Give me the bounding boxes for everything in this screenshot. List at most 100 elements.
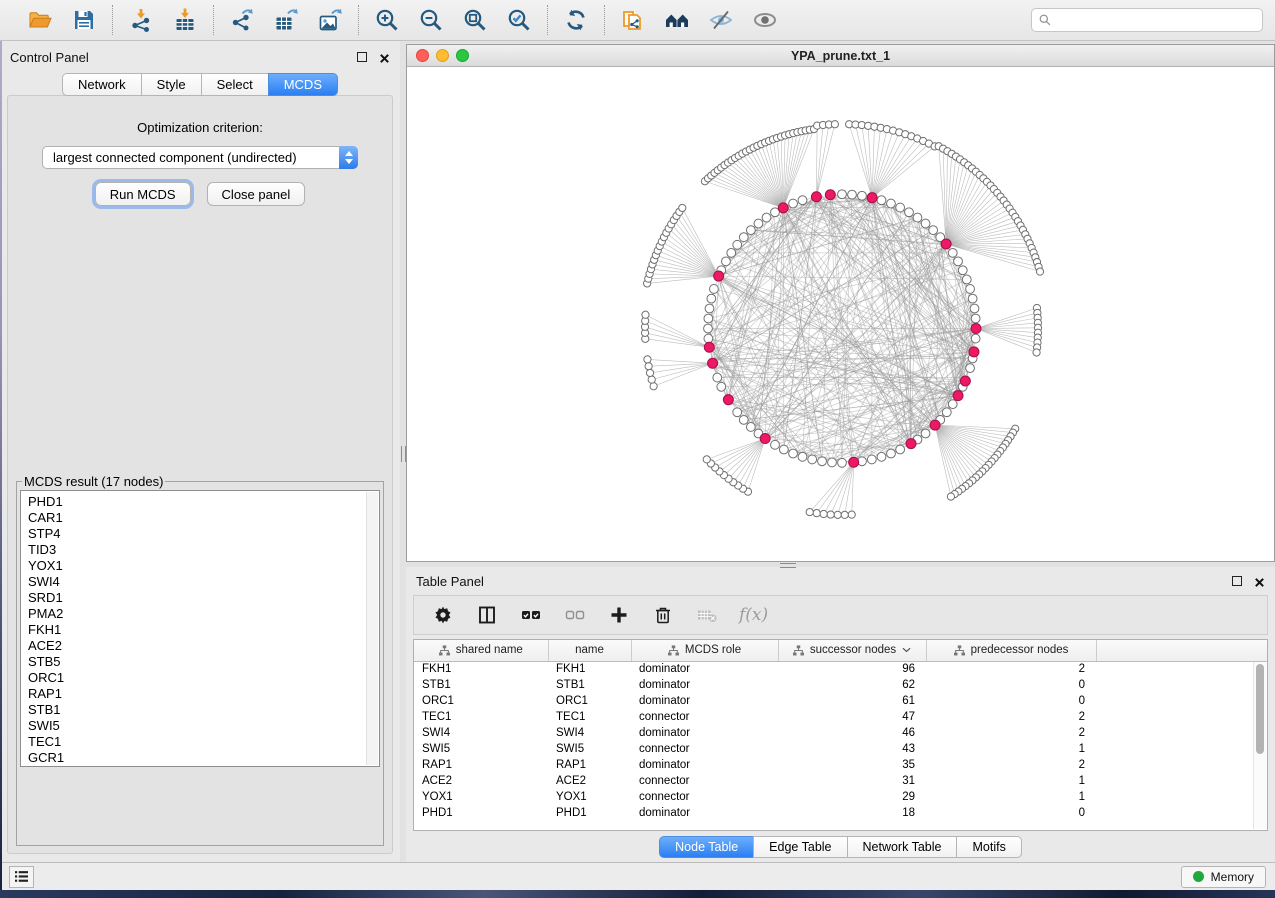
close-panel-icon[interactable] xyxy=(379,52,390,63)
function-builder-icon: f(x) xyxy=(739,605,768,625)
table-row[interactable]: SWI5SWI5connector431 xyxy=(414,741,1267,757)
zoom-out-icon[interactable] xyxy=(417,6,445,34)
memory-button[interactable]: Memory xyxy=(1181,866,1266,888)
import-network-icon[interactable] xyxy=(127,6,155,34)
table-row[interactable]: ORC1ORC1dominator610 xyxy=(414,693,1267,709)
table-tab-motifs[interactable]: Motifs xyxy=(956,836,1021,858)
column-menu-chevron-icon[interactable] xyxy=(902,647,911,653)
criterion-dropdown[interactable]: largest connected component (undirected) xyxy=(42,146,358,169)
mcds-result-item[interactable]: RAP1 xyxy=(28,686,365,702)
export-table-icon[interactable] xyxy=(272,6,300,34)
mcds-result-title: MCDS result (17 nodes) xyxy=(22,474,165,489)
mcds-result-item[interactable]: PMA2 xyxy=(28,606,365,622)
maximize-window-icon[interactable] xyxy=(456,49,469,62)
vertical-splitter[interactable] xyxy=(400,41,406,862)
tab-network[interactable]: Network xyxy=(62,73,141,96)
select-all-rows-icon[interactable] xyxy=(519,603,543,627)
table-cell: ORC1 xyxy=(548,693,631,709)
mcds-result-item[interactable]: YOX1 xyxy=(28,558,365,574)
close-table-panel-icon[interactable] xyxy=(1254,576,1265,587)
column-header-MCDS-role[interactable]: MCDS role xyxy=(631,640,778,661)
table-row[interactable]: TEC1TEC1connector472 xyxy=(414,709,1267,725)
table-row[interactable]: RAP1RAP1dominator352 xyxy=(414,757,1267,773)
table-cell: dominator xyxy=(631,725,778,741)
export-image-icon[interactable] xyxy=(316,6,344,34)
table-cell: STB1 xyxy=(548,677,631,693)
table-row[interactable]: SWI4SWI4dominator462 xyxy=(414,725,1267,741)
attribute-type-icon xyxy=(668,645,679,656)
zoom-fit-icon[interactable] xyxy=(461,6,489,34)
mcds-result-item[interactable]: ACE2 xyxy=(28,638,365,654)
mcds-result-item[interactable]: TID3 xyxy=(28,542,365,558)
export-network-icon[interactable] xyxy=(228,6,256,34)
mcds-result-item[interactable]: CAR1 xyxy=(28,510,365,526)
table-row[interactable]: STB1STB1dominator620 xyxy=(414,677,1267,693)
table-scrollbar-thumb[interactable] xyxy=(1256,664,1264,754)
tab-select[interactable]: Select xyxy=(201,73,268,96)
column-header-shared-name[interactable]: shared name xyxy=(414,640,548,661)
table-row[interactable]: YOX1YOX1connector291 xyxy=(414,789,1267,805)
table-row[interactable]: ACE2ACE2connector311 xyxy=(414,773,1267,789)
search-box[interactable] xyxy=(1031,8,1263,32)
close-window-icon[interactable] xyxy=(416,49,429,62)
dropdown-stepper-icon xyxy=(339,146,358,169)
column-header-name[interactable]: name xyxy=(548,640,631,661)
task-history-button[interactable] xyxy=(9,866,34,888)
mcds-list-scrollbar[interactable] xyxy=(366,492,378,765)
desktop-background xyxy=(0,890,1275,898)
network-canvas[interactable] xyxy=(407,67,1274,561)
refresh-view-icon[interactable] xyxy=(562,6,590,34)
table-tab-network-table[interactable]: Network Table xyxy=(847,836,957,858)
search-input[interactable] xyxy=(1056,13,1255,27)
minimize-window-icon[interactable] xyxy=(436,49,449,62)
mcds-result-item[interactable]: GCR1 xyxy=(28,750,365,766)
column-header-predecessor-nodes[interactable]: predecessor nodes xyxy=(926,640,1096,661)
table-cell: 2 xyxy=(926,709,1096,725)
deselect-all-rows-icon[interactable] xyxy=(563,603,587,627)
control-panel-titlebar: Control Panel xyxy=(0,46,400,68)
delete-columns-icon[interactable] xyxy=(651,603,675,627)
float-table-panel-icon[interactable] xyxy=(1232,576,1242,586)
table-panel-title: Table Panel xyxy=(416,574,484,589)
zoom-in-icon[interactable] xyxy=(373,6,401,34)
zoom-selected-icon[interactable] xyxy=(505,6,533,34)
mcds-result-item[interactable]: TEC1 xyxy=(28,734,365,750)
table-row[interactable]: FKH1FKH1dominator962 xyxy=(414,661,1267,677)
open-session-icon[interactable] xyxy=(26,6,54,34)
hide-selected-icon[interactable] xyxy=(707,6,735,34)
network-graph[interactable] xyxy=(407,67,1274,561)
mcds-result-item[interactable]: STP4 xyxy=(28,526,365,542)
mcds-result-item[interactable]: SRD1 xyxy=(28,590,365,606)
mcds-result-item[interactable]: ORC1 xyxy=(28,670,365,686)
column-header-successor-nodes[interactable]: successor nodes xyxy=(778,640,926,661)
share-network-icon[interactable] xyxy=(619,6,647,34)
mcds-result-item[interactable]: SWI4 xyxy=(28,574,365,590)
show-all-icon[interactable] xyxy=(751,6,779,34)
table-row[interactable]: PHD1PHD1dominator180 xyxy=(414,805,1267,821)
import-table-icon[interactable] xyxy=(171,6,199,34)
horizontal-splitter[interactable] xyxy=(406,562,1275,567)
table-tab-edge-table[interactable]: Edge Table xyxy=(753,836,846,858)
save-session-icon[interactable] xyxy=(70,6,98,34)
float-panel-icon[interactable] xyxy=(357,52,367,62)
table-tab-node-table[interactable]: Node Table xyxy=(659,836,753,858)
mcds-result-item[interactable]: SWI5 xyxy=(28,718,365,734)
run-mcds-button[interactable]: Run MCDS xyxy=(95,182,191,206)
tab-mcds[interactable]: MCDS xyxy=(268,73,338,96)
table-settings-icon[interactable] xyxy=(431,603,455,627)
table-cell: TEC1 xyxy=(414,709,548,725)
table-cell: connector xyxy=(631,709,778,725)
mcds-result-item[interactable]: PHD1 xyxy=(28,494,365,510)
table-scrollbar[interactable] xyxy=(1253,662,1266,829)
column-header-label: name xyxy=(575,644,604,656)
table-cell-filler xyxy=(1096,725,1267,741)
add-column-icon[interactable] xyxy=(607,603,631,627)
first-neighbors-icon[interactable] xyxy=(663,6,691,34)
mcds-result-item[interactable]: STB1 xyxy=(28,702,365,718)
task-list-icon xyxy=(14,870,29,883)
show-columns-icon[interactable] xyxy=(475,603,499,627)
mcds-result-item[interactable]: STB5 xyxy=(28,654,365,670)
mcds-result-item[interactable]: FKH1 xyxy=(28,622,365,638)
tab-style[interactable]: Style xyxy=(141,73,201,96)
close-panel-button[interactable]: Close panel xyxy=(207,182,306,206)
